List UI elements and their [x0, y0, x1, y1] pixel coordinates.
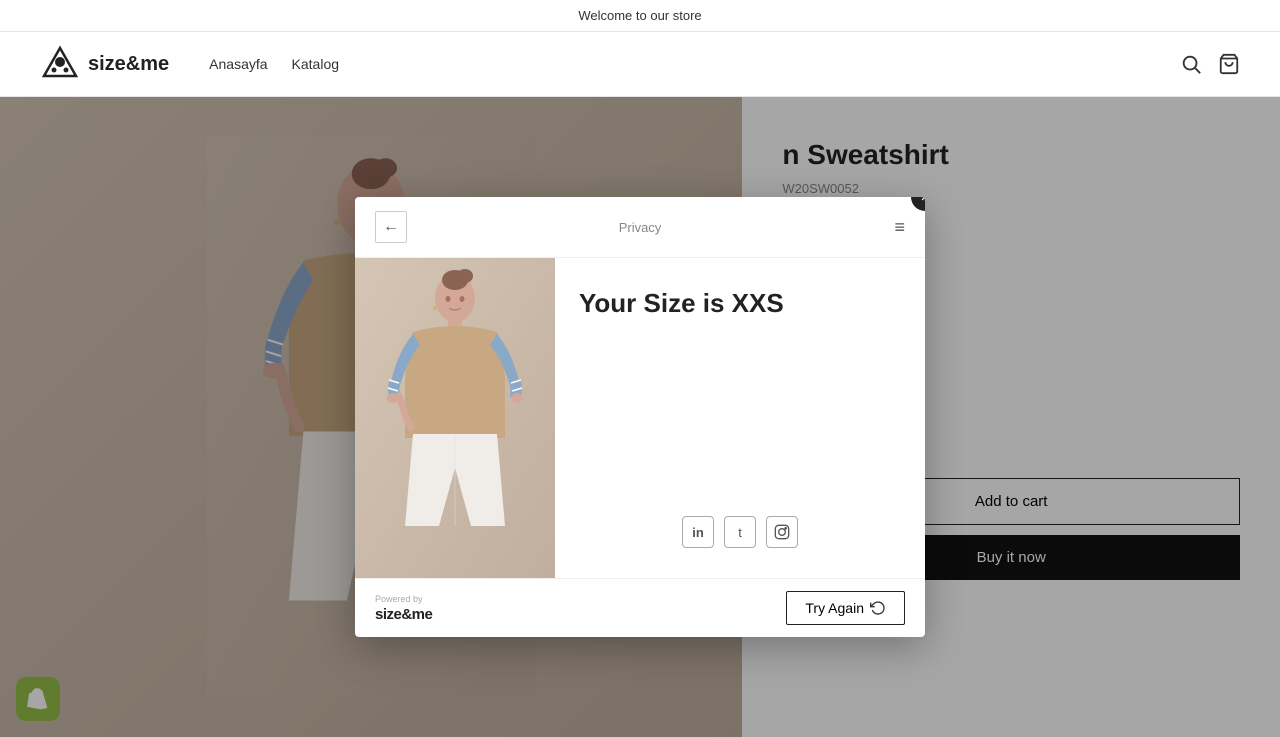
announcement-bar: Welcome to our store — [0, 0, 1280, 32]
modal-header: ← Privacy ≡ — [355, 197, 925, 258]
search-icon[interactable] — [1180, 53, 1202, 75]
twitter-icon[interactable]: t — [724, 516, 756, 548]
refresh-icon — [870, 600, 886, 616]
close-icon: × — [921, 197, 925, 206]
social-icons: in t — [579, 456, 901, 548]
size-result-modal: × ← Privacy ≡ — [355, 197, 925, 637]
powered-by-brand: size&me — [375, 606, 432, 623]
modal-privacy-label: Privacy — [619, 220, 662, 235]
logo[interactable]: size&me — [40, 44, 169, 84]
announcement-text: Welcome to our store — [578, 8, 701, 23]
cart-icon[interactable] — [1218, 53, 1240, 75]
header-left: size&me Anasayfa Katalog — [40, 44, 339, 84]
powered-by: Powered by size&me — [375, 594, 432, 623]
size-result-title: Your Size is XXS — [579, 288, 901, 319]
back-icon: ← — [383, 218, 399, 236]
header: size&me Anasayfa Katalog — [0, 32, 1280, 97]
modal-back-button[interactable]: ← — [375, 211, 407, 243]
powered-by-label: Powered by — [375, 594, 432, 604]
menu-icon: ≡ — [894, 217, 905, 238]
modal-content-column: Your Size is XXS in t — [555, 258, 925, 578]
main-nav: Anasayfa Katalog — [209, 56, 339, 72]
modal-footer: Powered by size&me Try Again — [355, 578, 925, 637]
modal-body: Your Size is XXS in t — [355, 258, 925, 578]
modal-woman-figure — [355, 258, 555, 578]
nav-catalog[interactable]: Katalog — [292, 56, 339, 72]
linkedin-icon[interactable]: in — [682, 516, 714, 548]
logo-icon — [40, 44, 80, 84]
modal-menu-button[interactable]: ≡ — [894, 217, 905, 238]
try-again-button[interactable]: Try Again — [786, 591, 905, 625]
logo-text: size&me — [88, 53, 169, 76]
main-content: n Sweatshirt W20SW0052 nd My Size Add to… — [0, 97, 1280, 737]
twitter-letter: t — [738, 525, 742, 540]
modal-product-image — [355, 258, 555, 578]
header-right — [1180, 53, 1240, 75]
nav-home[interactable]: Anasayfa — [209, 56, 267, 72]
modal-image-column — [355, 258, 555, 578]
instagram-icon[interactable] — [766, 516, 798, 548]
try-again-label: Try Again — [805, 600, 864, 616]
